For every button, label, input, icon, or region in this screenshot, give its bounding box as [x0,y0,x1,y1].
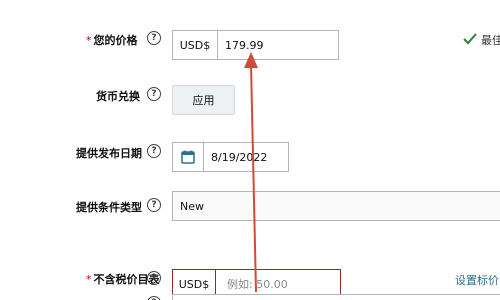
price-value: 179.99 [225,38,264,52]
release-date-help-icon[interactable]: ? [147,144,161,158]
check-icon [463,33,477,45]
price-label-row: * 您的价格 [86,32,138,48]
required-marker: * [86,34,92,47]
price-input[interactable]: USD$ 179.99 [172,30,339,60]
release-date-input[interactable]: 8/19/2022 [172,142,289,172]
condition-value: New [180,199,204,213]
next-row-field[interactable] [172,294,500,300]
price-label: 您的价格 [93,34,138,47]
list-price-help-icon[interactable]: ? [147,271,161,285]
currency-help-icon[interactable]: ? [147,87,161,101]
calendar-button[interactable] [173,143,204,171]
price-currency-prefix: USD$ [173,31,218,59]
next-row-help-icon[interactable]: ? [147,296,161,300]
set-list-price-link[interactable]: 设置标价 [455,272,499,288]
required-marker: * [86,273,92,286]
release-date-value: 8/19/2022 [211,150,268,164]
condition-select[interactable]: New [172,191,500,221]
apply-button[interactable]: 应用 [172,85,235,115]
offer-form: * 您的价格 ? USD$ 179.99 最佳 货币兑换 ? 应用 提供发布日期 … [0,0,500,300]
price-help-icon[interactable]: ? [147,31,161,45]
currency-conversion-label: 货币兑换 [96,90,140,103]
condition-help-icon[interactable]: ? [147,198,161,212]
price-status-text: 最佳 [481,34,500,47]
condition-label: 提供条件类型 [76,201,142,214]
calendar-icon [181,150,195,164]
release-date-label: 提供发布日期 [76,147,142,160]
